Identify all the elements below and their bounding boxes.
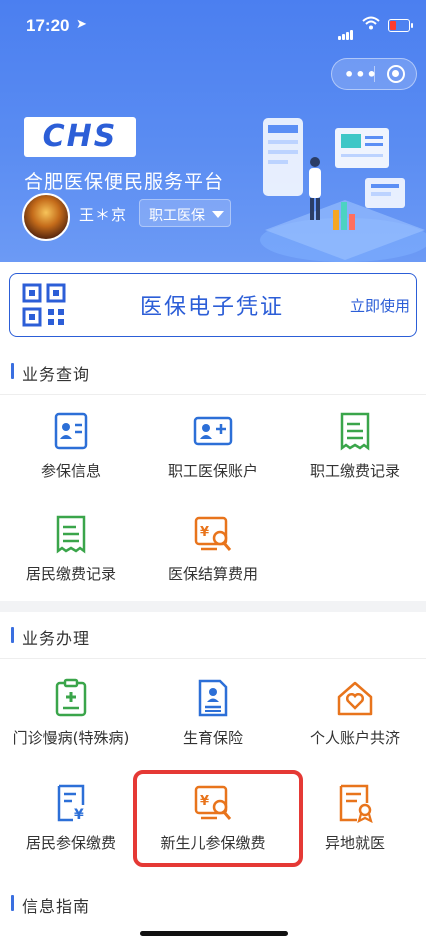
svg-text:¥: ¥ [74, 807, 84, 823]
certificate-ribbon-icon [339, 784, 373, 823]
use-now-link[interactable]: 立即使用 [350, 295, 410, 316]
qr-code-icon [22, 283, 66, 327]
grid-item-chronic-disease[interactable]: 门诊慢病(特殊病) [0, 662, 142, 766]
grid-item-insurance-info[interactable]: 参保信息 [0, 395, 142, 499]
avatar[interactable] [22, 193, 70, 241]
grid-item-label: 门诊慢病(特殊病) [12, 729, 130, 747]
platform-title: 合肥医保便民服务平台 [24, 171, 225, 193]
wifi-icon [362, 14, 380, 35]
section-marker [11, 363, 14, 379]
id-card-icon [54, 412, 88, 450]
baby-document-icon [198, 679, 228, 717]
receipt-icon [56, 515, 86, 554]
receipt-icon [340, 412, 370, 451]
grid-item-label: 居民缴费记录 [25, 565, 116, 583]
location-arrow-icon: ➤ [76, 17, 87, 32]
close-miniprogram-icon[interactable] [387, 65, 405, 83]
yuan-document-icon: ¥ [57, 784, 85, 823]
grid-item-label: 职工缴费记录 [309, 462, 400, 480]
grid-item-employee-payment[interactable]: 职工缴费记录 [284, 395, 426, 499]
account-card-icon [193, 416, 233, 446]
grid-item-maternity[interactable]: 生育保险 [142, 662, 284, 766]
grid-item-family-mutual-aid[interactable]: 个人账户共济 [284, 662, 426, 766]
status-bar: 17:20 ➤ [0, 0, 426, 52]
grid-item-label: 医保结算费用 [167, 565, 258, 583]
chs-logo: CHS [24, 117, 136, 157]
grid-item-label: 个人账户共济 [309, 729, 400, 747]
chevron-down-icon [212, 211, 224, 218]
grid-item-employee-account[interactable]: 职工医保账户 [142, 395, 284, 499]
grid-item-label: 生育保险 [182, 729, 243, 747]
section-title: 业务查询 [22, 365, 91, 384]
section-header: 业务办理 [0, 612, 426, 659]
section-query: 业务查询 参保信息 职工医保账户 职工缴费记录 居民缴费记录 ¥ 医保结算费用 [0, 348, 426, 601]
grid-item-label: 异地就医 [324, 834, 385, 852]
battery-icon [388, 19, 413, 32]
more-icon[interactable]: ••• [344, 65, 378, 84]
insurance-type-select[interactable]: 职工医保 [139, 199, 231, 227]
certificate-area: 医保电子凭证 立即使用 [0, 262, 426, 348]
svg-text:¥: ¥ [200, 525, 209, 540]
house-heart-icon [337, 681, 373, 716]
signal-icon [338, 21, 354, 40]
user-name: 王＊京 [79, 206, 128, 224]
grid-item-resident-insurance-pay[interactable]: ¥ 居民参保缴费 [0, 767, 142, 871]
insurance-type-label: 职工医保 [149, 208, 205, 224]
grid-item-resident-payment[interactable]: 居民缴费记录 [0, 498, 142, 602]
section-marker [11, 627, 14, 643]
section-title: 信息指南 [22, 897, 91, 916]
e-certificate-card[interactable]: 医保电子凭证 立即使用 [9, 273, 417, 337]
section-header: 信息指南 [0, 880, 426, 926]
grid-item-label: 居民参保缴费 [25, 834, 116, 852]
medical-illustration [260, 118, 426, 262]
status-time: 17:20 [26, 16, 70, 35]
highlight-box [133, 770, 303, 867]
home-indicator [140, 931, 288, 936]
grid-item-settlement-fees[interactable]: ¥ 医保结算费用 [142, 498, 284, 602]
capsule-divider [374, 66, 375, 82]
grid-item-label: 职工医保账户 [167, 462, 258, 480]
section-header: 业务查询 [0, 348, 426, 395]
grid-item-label: 参保信息 [40, 462, 101, 480]
miniprogram-capsule: ••• [331, 58, 417, 90]
grid-item-remote-medical[interactable]: 异地就医 [284, 767, 426, 871]
e-certificate-title: 医保电子凭证 [140, 295, 285, 320]
section-marker [11, 895, 14, 911]
clipboard-plus-icon [55, 678, 87, 717]
section-title: 业务办理 [22, 629, 91, 648]
yuan-search-icon: ¥ [194, 516, 232, 551]
header-banner: 17:20 ➤ ••• CHS 合肥医保便民服务平台 王＊京 职工医保 [0, 0, 426, 262]
